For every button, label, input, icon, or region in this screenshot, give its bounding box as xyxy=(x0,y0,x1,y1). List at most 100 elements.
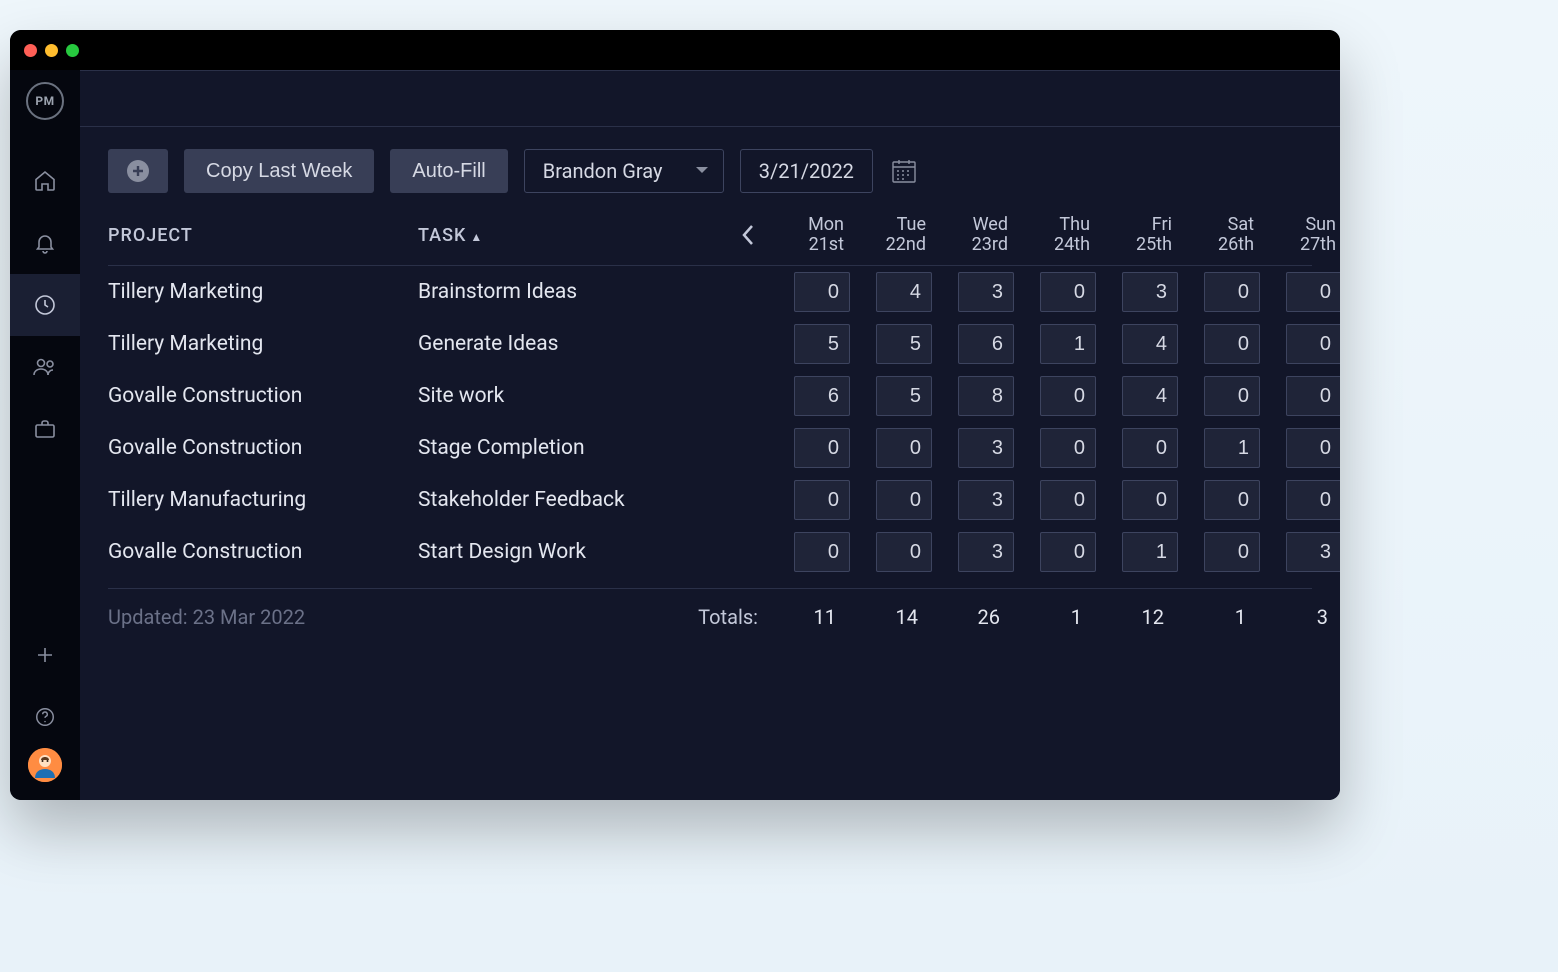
column-header-task[interactable]: TASK▲ xyxy=(418,225,728,246)
user-avatar[interactable] xyxy=(28,748,62,782)
hour-cell xyxy=(1096,376,1178,416)
hour-input[interactable] xyxy=(876,428,932,468)
hour-cell xyxy=(768,428,850,468)
hour-cell xyxy=(1260,272,1340,312)
hour-input[interactable] xyxy=(1122,428,1178,468)
user-select-value: Brandon Gray xyxy=(543,159,663,183)
table-header: PROJECT TASK▲ Mon21st Tue22nd Wed23rd Th… xyxy=(108,215,1312,266)
hour-input[interactable] xyxy=(958,324,1014,364)
total-thu: 1 xyxy=(1014,605,1096,629)
cell-project: Govalle Construction xyxy=(108,436,418,460)
hour-input[interactable] xyxy=(794,532,850,572)
hour-input[interactable] xyxy=(958,428,1014,468)
hour-input[interactable] xyxy=(876,272,932,312)
titlebar xyxy=(10,30,1340,70)
main-panel: Copy Last Week Auto-Fill Brandon Gray 3/… xyxy=(80,70,1340,800)
hour-input[interactable] xyxy=(794,376,850,416)
day-header-fri: Fri25th xyxy=(1096,215,1178,255)
hour-input[interactable] xyxy=(1286,428,1340,468)
hour-cell xyxy=(850,480,932,520)
hour-cell xyxy=(932,480,1014,520)
hour-input[interactable] xyxy=(1040,272,1096,312)
calendar-picker-button[interactable] xyxy=(889,156,919,186)
hour-cell xyxy=(1260,532,1340,572)
hour-cell xyxy=(932,324,1014,364)
timesheet-table: PROJECT TASK▲ Mon21st Tue22nd Wed23rd Th… xyxy=(80,215,1340,629)
hour-input[interactable] xyxy=(958,376,1014,416)
sidebar-item-help[interactable] xyxy=(10,686,80,748)
auto-fill-button[interactable]: Auto-Fill xyxy=(390,149,507,193)
body: PM xyxy=(10,70,1340,800)
hour-input[interactable] xyxy=(1122,532,1178,572)
user-select[interactable]: Brandon Gray xyxy=(524,149,724,193)
sidebar: PM xyxy=(10,70,80,800)
hour-cell xyxy=(768,272,850,312)
column-header-task-label: TASK xyxy=(418,225,466,246)
sidebar-item-notifications[interactable] xyxy=(10,212,80,274)
add-entry-button[interactable] xyxy=(108,149,168,193)
cell-task: Start Design Work xyxy=(418,540,728,564)
maximize-window-button[interactable] xyxy=(66,44,79,57)
hour-input[interactable] xyxy=(1122,376,1178,416)
hour-input[interactable] xyxy=(794,272,850,312)
sidebar-item-portfolio[interactable] xyxy=(10,398,80,460)
table-row: Tillery MarketingBrainstorm Ideas xyxy=(108,266,1312,318)
hour-input[interactable] xyxy=(1040,480,1096,520)
sidebar-item-add[interactable] xyxy=(10,624,80,686)
hour-input[interactable] xyxy=(1286,480,1340,520)
hour-input[interactable] xyxy=(1204,428,1260,468)
hour-input[interactable] xyxy=(1204,272,1260,312)
hour-input[interactable] xyxy=(876,480,932,520)
hour-input[interactable] xyxy=(876,376,932,416)
hour-input[interactable] xyxy=(1040,428,1096,468)
bell-icon xyxy=(33,231,57,255)
app-logo: PM xyxy=(26,82,64,120)
hour-input[interactable] xyxy=(1286,376,1340,416)
cell-project: Tillery Marketing xyxy=(108,332,418,356)
sidebar-item-timesheet[interactable] xyxy=(10,274,80,336)
chevron-left-icon xyxy=(741,224,755,246)
updated-timestamp: Updated: 23 Mar 2022 xyxy=(108,605,418,629)
table-row: Govalle ConstructionStart Design Work xyxy=(108,526,1312,578)
sidebar-item-home[interactable] xyxy=(10,150,80,212)
hour-input[interactable] xyxy=(1040,376,1096,416)
column-header-project[interactable]: PROJECT xyxy=(108,225,418,246)
hour-input[interactable] xyxy=(1040,532,1096,572)
hour-cell xyxy=(768,480,850,520)
hour-cell xyxy=(768,324,850,364)
hour-input[interactable] xyxy=(794,480,850,520)
avatar-icon xyxy=(28,748,62,782)
prev-week-button[interactable] xyxy=(728,215,768,255)
hour-input[interactable] xyxy=(1286,324,1340,364)
cell-project: Tillery Marketing xyxy=(108,280,418,304)
hour-input[interactable] xyxy=(876,324,932,364)
hour-input[interactable] xyxy=(1204,532,1260,572)
hour-input[interactable] xyxy=(1286,532,1340,572)
hour-input[interactable] xyxy=(1122,272,1178,312)
hour-input[interactable] xyxy=(1286,272,1340,312)
hour-input[interactable] xyxy=(1204,376,1260,416)
total-sun: 3 xyxy=(1260,605,1340,629)
hour-input[interactable] xyxy=(1122,480,1178,520)
hour-input[interactable] xyxy=(958,480,1014,520)
hour-input[interactable] xyxy=(1204,324,1260,364)
hour-input[interactable] xyxy=(1204,480,1260,520)
minimize-window-button[interactable] xyxy=(45,44,58,57)
cell-project: Tillery Manufacturing xyxy=(108,488,418,512)
hour-cell xyxy=(1178,324,1260,364)
hour-input[interactable] xyxy=(958,532,1014,572)
hour-cell xyxy=(1096,480,1178,520)
table-row: Tillery MarketingGenerate Ideas xyxy=(108,318,1312,370)
hour-input[interactable] xyxy=(794,428,850,468)
hour-input[interactable] xyxy=(1040,324,1096,364)
hour-input[interactable] xyxy=(958,272,1014,312)
close-window-button[interactable] xyxy=(24,44,37,57)
week-date-input[interactable]: 3/21/2022 xyxy=(740,149,873,193)
hour-input[interactable] xyxy=(1122,324,1178,364)
sidebar-item-team[interactable] xyxy=(10,336,80,398)
copy-last-week-button[interactable]: Copy Last Week xyxy=(184,149,374,193)
hour-input[interactable] xyxy=(794,324,850,364)
people-icon xyxy=(32,355,58,379)
hour-input[interactable] xyxy=(876,532,932,572)
hour-cell xyxy=(1260,480,1340,520)
